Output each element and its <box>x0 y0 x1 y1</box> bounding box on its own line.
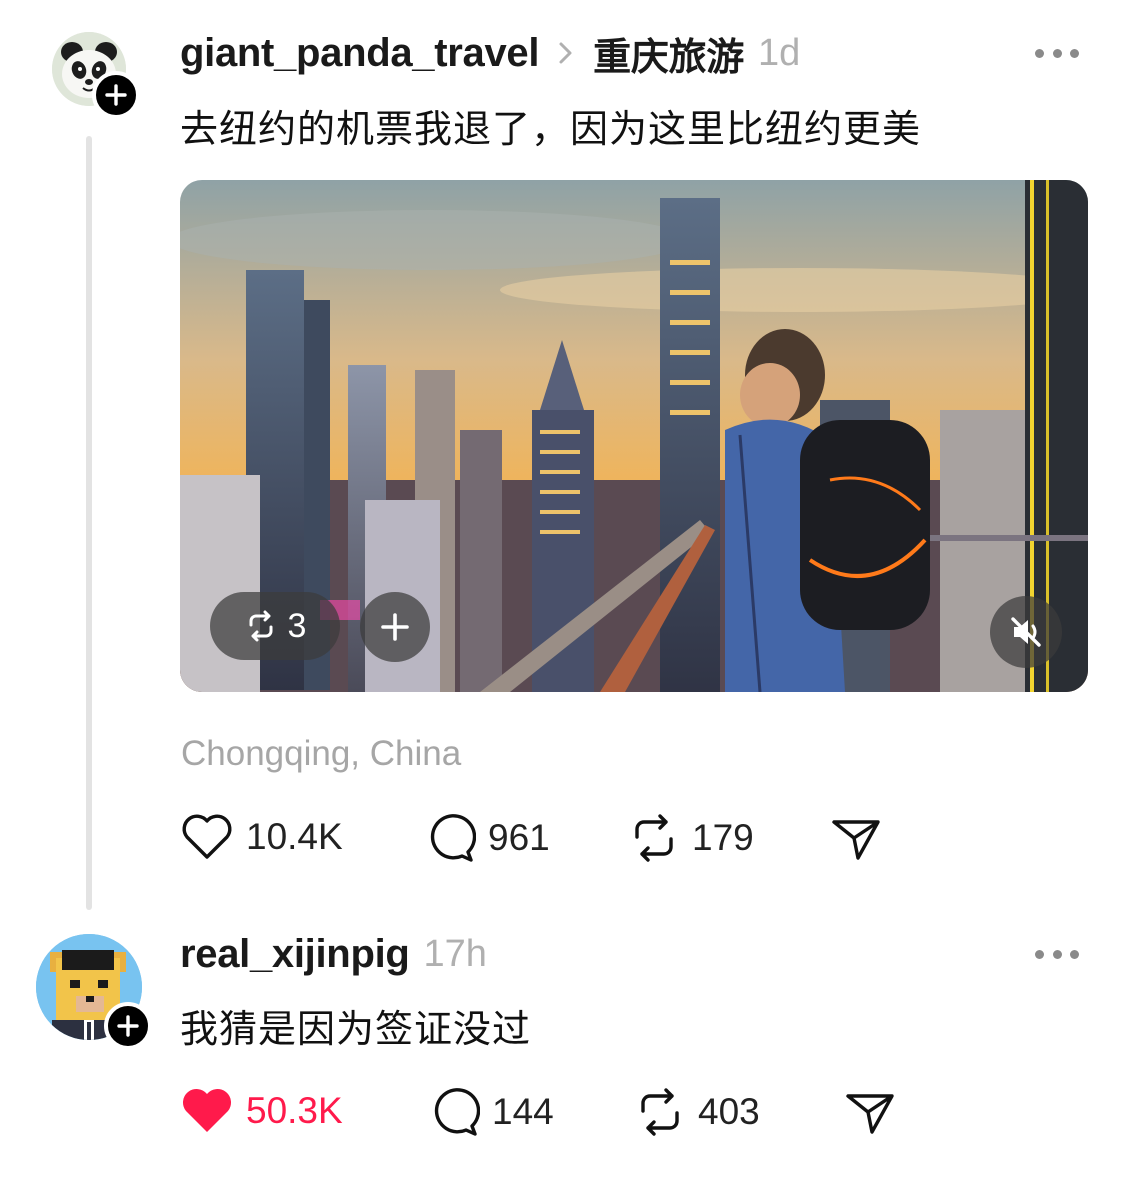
reply-time: 17h <box>423 932 487 975</box>
reply-header: real_xijinpig 17h <box>180 927 487 981</box>
repost-count: 3 <box>287 606 307 645</box>
plus-icon <box>117 1015 139 1037</box>
post-text: 去纽约的机票我退了，因为这里比纽约更美 <box>180 107 922 151</box>
reply-text: 我猜是因为签证没过 <box>180 1007 532 1051</box>
speaker-muted-icon <box>1011 617 1041 647</box>
more-dot <box>1070 48 1079 58</box>
repost-button[interactable]: 179 <box>628 812 754 864</box>
community-link[interactable]: 重庆旅游 <box>593 26 744 81</box>
post-video[interactable]: 3 <box>180 180 1088 692</box>
comment-icon <box>434 1088 480 1136</box>
more-dot <box>1052 48 1062 58</box>
plus-icon <box>381 613 409 641</box>
post-more-button[interactable] <box>1035 44 1079 62</box>
heart-filled-icon <box>182 1088 232 1132</box>
repost-icon <box>641 1088 679 1136</box>
reply-reply-count: 144 <box>492 1091 554 1132</box>
more-dot <box>1035 48 1044 58</box>
post-header: giant_panda_travel 重庆旅游 1d <box>180 26 800 80</box>
more-dot <box>1035 949 1044 959</box>
like-count: 10.4K <box>246 816 343 857</box>
reply-more-button[interactable] <box>1035 945 1079 963</box>
more-dot <box>1070 949 1079 959</box>
plus-icon <box>105 84 127 106</box>
reply-button[interactable]: 961 <box>424 812 550 864</box>
reply-repost-count: 403 <box>698 1091 760 1132</box>
comment-icon <box>430 814 476 862</box>
thread-line <box>86 136 92 910</box>
post-username[interactable]: giant_panda_travel <box>180 31 539 76</box>
follow-button[interactable] <box>104 1002 152 1050</box>
reply-reply-button[interactable]: 144 <box>428 1086 554 1138</box>
follow-button[interactable] <box>92 71 140 119</box>
reply-username[interactable]: real_xijinpig <box>180 932 410 977</box>
add-media-button[interactable] <box>360 592 430 662</box>
reply-count: 961 <box>488 817 550 858</box>
send-icon <box>846 1094 894 1134</box>
repost-icon <box>249 610 273 642</box>
chevron-right-icon <box>559 42 572 64</box>
post-time: 1d <box>757 31 801 74</box>
heart-outline-icon <box>182 814 232 859</box>
reply-repost-button[interactable]: 403 <box>634 1086 760 1138</box>
repost-count-label: 179 <box>692 817 754 858</box>
like-button[interactable]: 10.4K <box>180 812 343 862</box>
reply-share-button[interactable] <box>844 1088 896 1138</box>
more-dot <box>1052 949 1062 959</box>
post-location[interactable]: Chongqing, China <box>181 734 461 774</box>
share-button[interactable] <box>830 814 882 864</box>
mute-toggle-button[interactable] <box>990 596 1062 668</box>
reply-like-button[interactable]: 50.3K <box>180 1086 343 1136</box>
repost-count-pill[interactable]: 3 <box>210 592 340 660</box>
reply-like-count: 50.3K <box>246 1090 343 1131</box>
send-icon <box>832 820 880 860</box>
repost-icon <box>635 814 673 862</box>
